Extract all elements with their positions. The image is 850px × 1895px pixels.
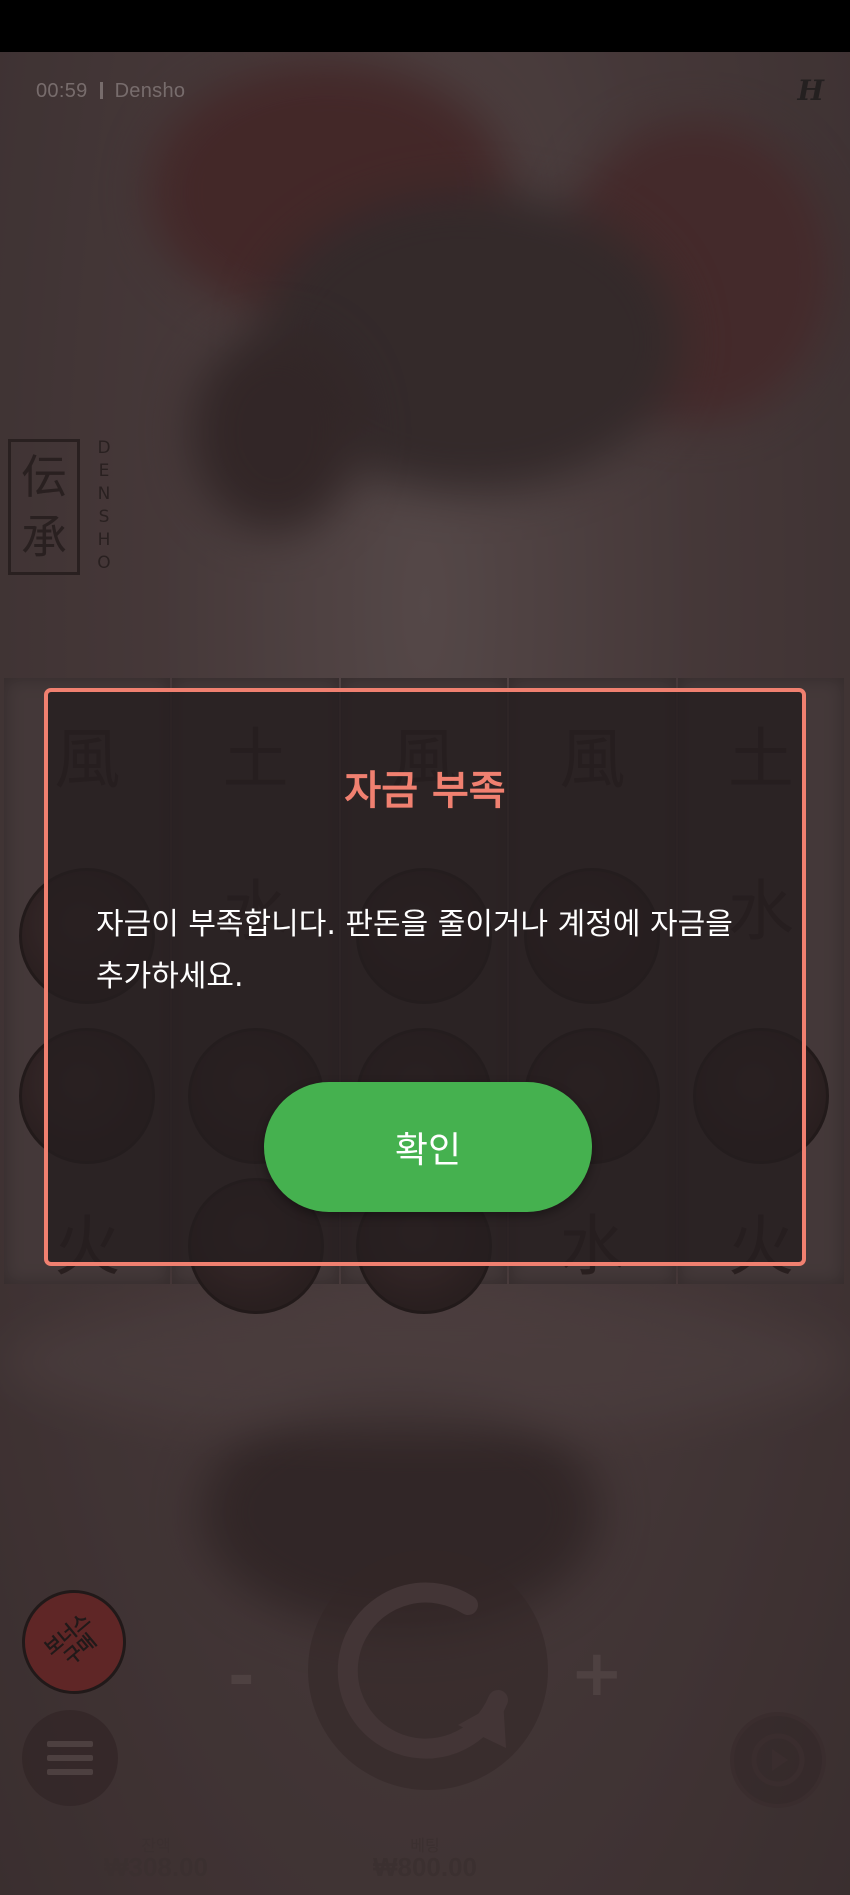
dialog-title: 자금 부족 xyxy=(344,768,506,814)
dialog-message: 자금이 부족합니다. 판돈을 줄이거나 계정에 자금을 추가하세요. xyxy=(96,907,733,994)
confirm-button[interactable]: 확인 xyxy=(264,1082,592,1212)
insufficient-funds-dialog: 자금 부족 자금이 부족합니다. 판돈을 줄이거나 계정에 자금을 추가하세요.… xyxy=(44,688,806,1266)
game-screen: 00:59Densho H 伝 承 D E N S H O 風 火 土 水 風 xyxy=(0,52,850,1895)
